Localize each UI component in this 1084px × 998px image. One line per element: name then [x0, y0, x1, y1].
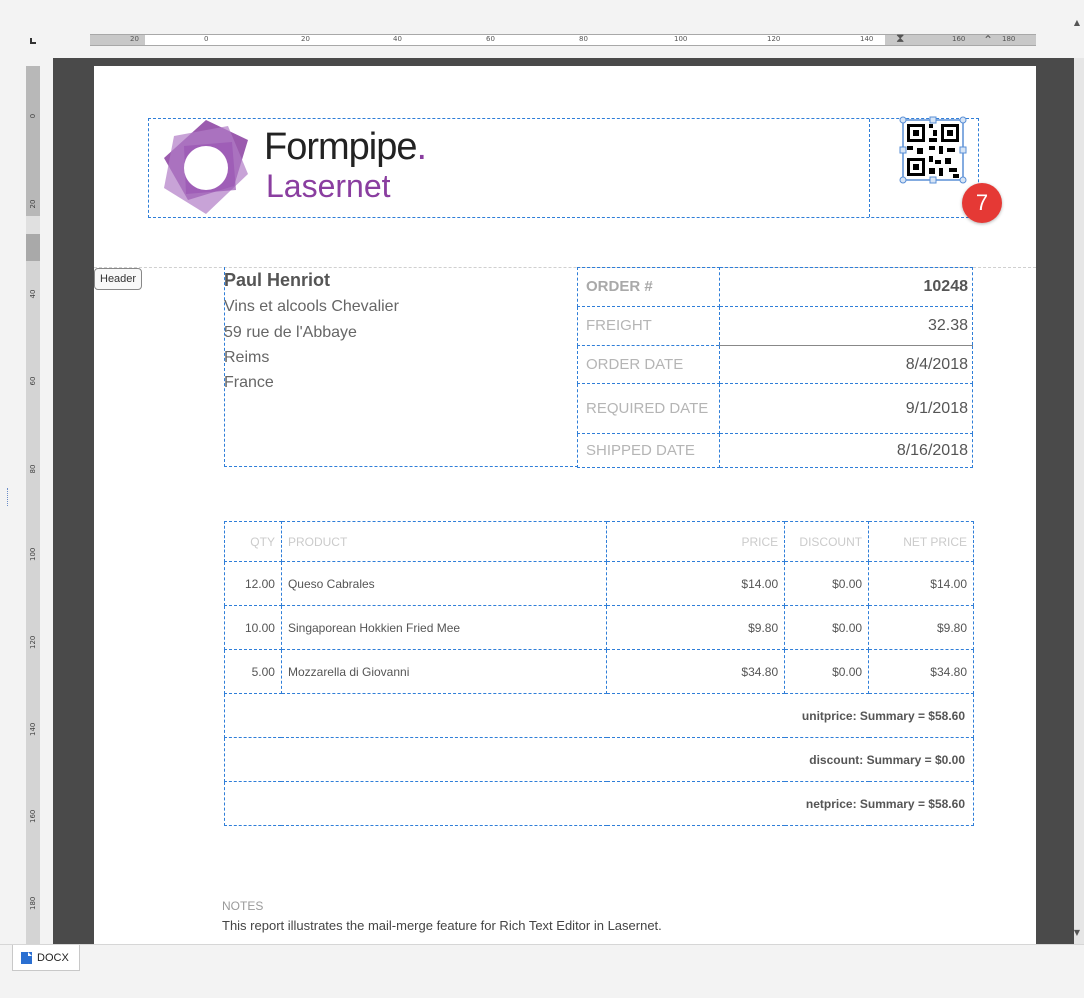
net-price-cell: $14.00 — [868, 561, 974, 606]
ruler-label: 20 — [301, 35, 310, 43]
lasernet-logo-icon — [164, 120, 248, 214]
customer-street: 59 rue de l'Abbaye — [224, 324, 357, 341]
summary-row[interactable]: unitprice: Summary = $58.60 — [224, 693, 974, 738]
tab-docx[interactable]: DOCX — [12, 945, 80, 971]
vertical-ruler[interactable]: 0 20 40 60 80 100 120 140 160 180 — [26, 66, 40, 944]
ruler-label: 140 — [29, 722, 37, 736]
product-cell: Mozzarella di Giovanni — [280, 649, 608, 694]
unitprice-summary: unitprice: Summary = $58.60 — [224, 693, 974, 738]
net-price-cell: $9.80 — [868, 605, 974, 650]
discount-cell: $0.00 — [784, 561, 870, 606]
discount-cell: $0.00 — [784, 649, 870, 694]
document-tab-bar: DOCX — [0, 944, 1084, 998]
horizontal-ruler[interactable]: 20 0 20 40 60 80 100 120 140 160 180 ⧗ ⌃ — [90, 31, 1036, 47]
price-header: PRICE — [606, 521, 786, 562]
selection-marker — [7, 488, 9, 506]
ruler-label: 180 — [1002, 35, 1016, 43]
ruler-label: 160 — [29, 809, 37, 823]
ruler-label: 100 — [674, 35, 688, 43]
order-items-table[interactable]: QTY PRODUCT PRICE DISCOUNT NET PRICE 12.… — [224, 521, 974, 826]
product-cell: Singaporean Hokkien Fried Mee — [280, 605, 608, 650]
customer-company: Vins et alcools Chevalier — [224, 298, 399, 315]
discount-header: DISCOUNT — [784, 521, 870, 562]
product-header: PRODUCT — [280, 521, 608, 562]
ruler-label: 20 — [29, 199, 37, 209]
netprice-summary: netprice: Summary = $58.60 — [224, 781, 974, 826]
scroll-up-icon[interactable]: ▲ — [1074, 18, 1080, 27]
ruler-label: 120 — [29, 635, 37, 649]
product-cell: Queso Cabrales — [280, 561, 608, 606]
price-cell: $9.80 — [606, 605, 786, 650]
customer-city: Reims — [224, 349, 270, 366]
order-row[interactable]: FREIGHT 32.38 — [577, 306, 973, 346]
ruler-label: 40 — [393, 35, 402, 43]
price-cell: $14.00 — [606, 561, 786, 606]
ruler-label: 160 — [952, 35, 966, 43]
order-number-label: ORDER # — [577, 267, 720, 307]
ruler-label: 0 — [204, 35, 209, 43]
shipped-date-label: SHIPPED DATE — [577, 433, 720, 468]
customer-country: France — [224, 374, 274, 391]
logo-product-name: Lasernet — [266, 168, 391, 204]
ruler-label: 80 — [29, 464, 37, 474]
net-price-cell: $34.80 — [868, 649, 974, 694]
required-date-label: REQUIRED DATE — [577, 383, 720, 434]
price-cell: $34.80 — [606, 649, 786, 694]
logo-frame-divider — [869, 119, 870, 217]
table-row[interactable]: 10.00 Singaporean Hokkien Fried Mee $9.8… — [224, 605, 974, 650]
docx-file-icon — [21, 952, 32, 964]
order-row[interactable]: ORDER # 10248 — [577, 267, 973, 307]
items-header-row: QTY PRODUCT PRICE DISCOUNT NET PRICE — [224, 521, 974, 562]
indent-marker-icon[interactable]: ⧗ — [896, 31, 904, 46]
scroll-down-icon[interactable]: ▼ — [1074, 928, 1080, 937]
required-date-value: 9/1/2018 — [719, 383, 973, 434]
shipped-date-value: 8/16/2018 — [719, 433, 973, 468]
ruler-label: 0 — [29, 113, 37, 119]
table-row[interactable]: 12.00 Queso Cabrales $14.00 $0.00 $14.00 — [224, 561, 974, 606]
discount-summary: discount: Summary = $0.00 — [224, 737, 974, 782]
qty-cell: 12.00 — [224, 561, 282, 606]
ruler-corner-tab-stop[interactable] — [26, 34, 38, 46]
table-row[interactable]: 5.00 Mozzarella di Giovanni $34.80 $0.00… — [224, 649, 974, 694]
logo-wordmark: Formpipe. — [264, 126, 427, 168]
ruler-label: 60 — [29, 376, 37, 386]
ruler-label: 60 — [486, 35, 495, 43]
ruler-label: 100 — [29, 547, 37, 561]
freight-label: FREIGHT — [577, 306, 720, 346]
qr-code-icon[interactable] — [899, 116, 967, 184]
order-row[interactable]: SHIPPED DATE 8/16/2018 — [577, 433, 973, 468]
ruler-label: 140 — [860, 35, 874, 43]
qty-header: QTY — [224, 521, 282, 562]
order-date-value: 8/4/2018 — [719, 345, 973, 384]
qty-cell: 5.00 — [224, 649, 282, 694]
order-info-table[interactable]: ORDER # 10248 FREIGHT 32.38 ORDER DATE 8… — [577, 267, 973, 468]
order-row[interactable]: ORDER DATE 8/4/2018 — [577, 345, 973, 384]
notes-body: This report illustrates the mail-merge f… — [222, 918, 662, 933]
report-designer: 20 0 20 40 60 80 100 120 140 160 180 ⧗ ⌃… — [0, 0, 1084, 998]
order-number-value: 10248 — [719, 267, 973, 307]
notes-heading: NOTES — [222, 899, 264, 913]
net-price-header: NET PRICE — [868, 521, 974, 562]
ruler-label: 40 — [29, 289, 37, 299]
notification-badge[interactable]: 7 — [962, 183, 1002, 223]
right-indent-marker-icon[interactable]: ⌃ — [983, 33, 993, 47]
vertical-scrollbar[interactable] — [1074, 58, 1084, 944]
address-block[interactable] — [224, 267, 578, 467]
freight-value: 32.38 — [719, 306, 973, 346]
summary-row[interactable]: netprice: Summary = $58.60 — [224, 781, 974, 826]
summary-row[interactable]: discount: Summary = $0.00 — [224, 737, 974, 782]
tab-docx-label: DOCX — [37, 952, 69, 964]
header-section-tag[interactable]: Header — [94, 268, 143, 290]
discount-cell: $0.00 — [784, 605, 870, 650]
qty-cell: 10.00 — [224, 605, 282, 650]
order-date-label: ORDER DATE — [577, 345, 720, 384]
customer-name: Paul Henriot — [224, 270, 331, 290]
ruler-label: 120 — [767, 35, 781, 43]
ruler-label: 80 — [579, 35, 588, 43]
ruler-label: 180 — [29, 896, 37, 910]
order-row[interactable]: REQUIRED DATE 9/1/2018 — [577, 383, 973, 434]
ruler-label: 20 — [130, 35, 139, 43]
